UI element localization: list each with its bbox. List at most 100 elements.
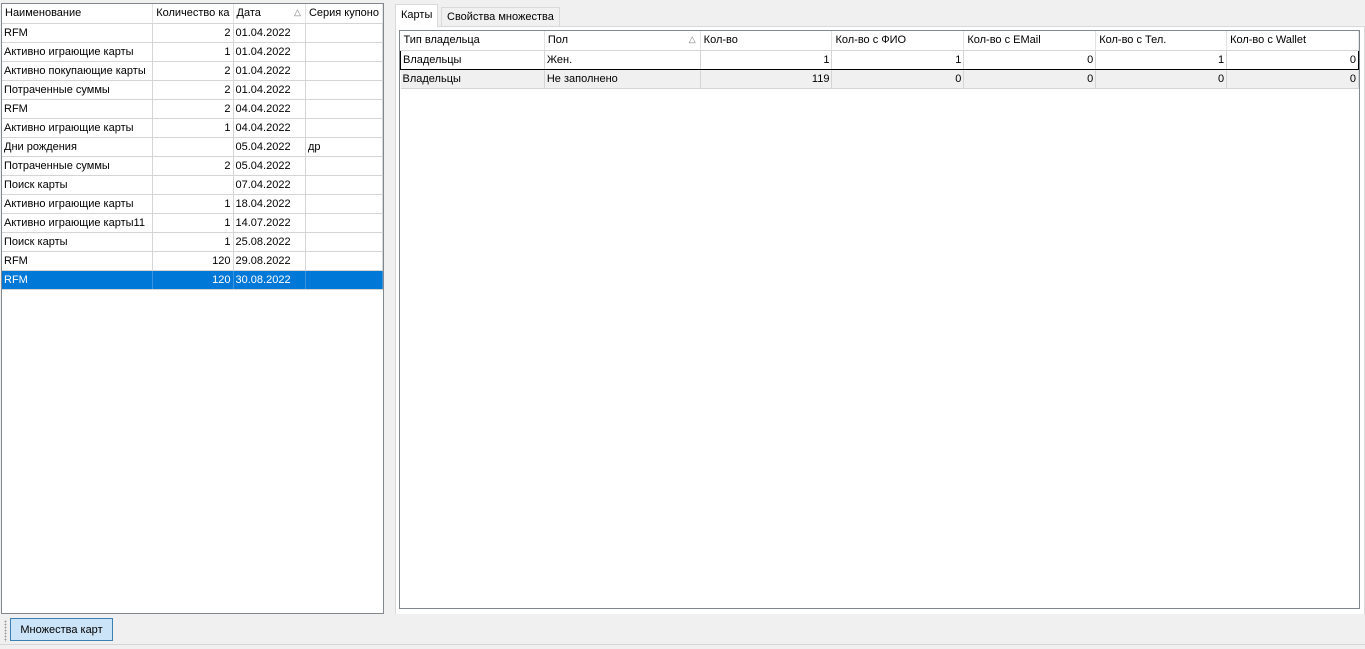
cell-count-with-email[interactable]: 0 (963, 69, 1097, 89)
cell-count[interactable]: 1 (700, 49, 833, 70)
cell-date[interactable]: 01.04.2022 (233, 42, 306, 62)
cell-owner-type[interactable]: Владельцы (400, 49, 545, 70)
cell-coupon-series[interactable] (305, 232, 383, 252)
table-row[interactable]: Активно играющие карты 1 18.04.2022 (2, 194, 383, 214)
table-row[interactable]: Поиск карты 07.04.2022 (2, 175, 383, 195)
column-header-owner-type[interactable]: Тип владельца (400, 31, 545, 51)
table-row[interactable]: RFM 2 01.04.2022 (2, 23, 383, 43)
cell-coupon-series[interactable] (305, 61, 383, 81)
cell-owner-type[interactable]: Владельцы (400, 69, 545, 89)
cell-name[interactable]: Дни рождения (2, 137, 154, 157)
cell-name[interactable]: Поиск карты (2, 175, 154, 195)
table-row[interactable]: Активно играющие карты 1 01.04.2022 (2, 42, 383, 62)
cell-date[interactable]: 05.04.2022 (233, 137, 306, 157)
cell-coupon-series[interactable] (305, 270, 383, 290)
cell-count-with-phone[interactable]: 1 (1095, 49, 1228, 70)
table-row[interactable]: Активно играющие карты 1 04.04.2022 (2, 118, 383, 138)
cell-coupon-series[interactable] (305, 80, 383, 100)
cell-date[interactable]: 30.08.2022 (233, 270, 306, 290)
tab-cards[interactable]: Карты (395, 4, 439, 27)
column-header-date[interactable]: Дата △ (233, 4, 306, 24)
cell-name[interactable]: Активно играющие карты (2, 42, 154, 62)
cell-count-with-wallet[interactable]: 0 (1226, 49, 1359, 70)
column-header-count[interactable]: Кол-во (700, 31, 833, 51)
cell-count-with-fio[interactable]: 1 (831, 49, 965, 70)
cell-name[interactable]: Потраченные суммы (2, 156, 154, 176)
cell-count[interactable] (152, 175, 234, 195)
cell-date[interactable]: 07.04.2022 (233, 175, 306, 195)
card-sets-button[interactable]: Множества карт (10, 618, 113, 641)
cell-count-with-fio[interactable]: 0 (831, 69, 965, 89)
table-row[interactable]: RFM 2 04.04.2022 (2, 99, 383, 119)
cell-name[interactable]: Активно играющие карты11 (2, 213, 154, 233)
table-row[interactable]: RFM 120 30.08.2022 (2, 270, 383, 290)
cell-count[interactable]: 119 (700, 69, 833, 89)
cell-name[interactable]: Активно играющие карты (2, 194, 154, 214)
card-sets-grid[interactable]: Наименование Количество ка Дата △ Серия к… (1, 3, 384, 614)
cell-coupon-series[interactable] (305, 175, 383, 195)
table-row[interactable]: RFM 120 29.08.2022 (2, 251, 383, 271)
cell-count[interactable]: 2 (152, 61, 234, 81)
column-header-count-with-wallet[interactable]: Кол-во с Wallet (1226, 31, 1359, 51)
table-row[interactable]: Дни рождения 05.04.2022 др (2, 137, 383, 157)
table-row[interactable]: Активно покупающие карты 2 01.04.2022 (2, 61, 383, 81)
cell-coupon-series[interactable] (305, 23, 383, 43)
cell-count[interactable]: 1 (152, 118, 234, 138)
cards-grid[interactable]: Тип владельца Пол △ Кол-во Кол-во с ФИО К… (399, 30, 1360, 609)
cell-coupon-series[interactable] (305, 156, 383, 176)
table-row[interactable]: Активно играющие карты11 1 14.07.2022 (2, 213, 383, 233)
cell-count-with-phone[interactable]: 0 (1095, 69, 1228, 89)
cell-name[interactable]: Потраченные суммы (2, 80, 154, 100)
table-row[interactable]: Потраченные суммы 2 01.04.2022 (2, 80, 383, 100)
column-header-count[interactable]: Количество ка (152, 4, 234, 24)
column-header-count-with-phone[interactable]: Кол-во с Тел. (1095, 31, 1228, 51)
cell-date[interactable]: 18.04.2022 (233, 194, 306, 214)
cell-name[interactable]: RFM (2, 23, 154, 43)
cell-count[interactable] (152, 137, 234, 157)
cell-count[interactable]: 1 (152, 213, 234, 233)
cell-coupon-series[interactable] (305, 194, 383, 214)
cell-date[interactable]: 05.04.2022 (233, 156, 306, 176)
cell-date[interactable]: 29.08.2022 (233, 251, 306, 271)
cell-count[interactable]: 1 (152, 42, 234, 62)
table-row[interactable]: Владельцы Жен. 1 1 0 1 0 (400, 49, 1359, 70)
column-header-count-with-fio[interactable]: Кол-во с ФИО (831, 31, 965, 51)
panel-splitter[interactable] (388, 3, 391, 614)
column-header-gender[interactable]: Пол △ (544, 31, 701, 51)
cell-coupon-series[interactable] (305, 99, 383, 119)
column-header-count-with-email[interactable]: Кол-во с EMail (963, 31, 1097, 51)
cell-count[interactable]: 2 (152, 23, 234, 43)
cell-name[interactable]: Активно играющие карты (2, 118, 154, 138)
cell-count[interactable]: 1 (152, 232, 234, 252)
table-row[interactable]: Потраченные суммы 2 05.04.2022 (2, 156, 383, 176)
cell-date[interactable]: 14.07.2022 (233, 213, 306, 233)
cell-date[interactable]: 25.08.2022 (233, 232, 306, 252)
tab-set-properties[interactable]: Свойства множества (441, 7, 560, 26)
table-row[interactable]: Владельцы Не заполнено 119 0 0 0 0 (400, 69, 1359, 89)
toolbar-grip-icon[interactable] (4, 620, 7, 642)
cell-date[interactable]: 01.04.2022 (233, 23, 306, 43)
cell-gender[interactable]: Жен. (544, 49, 701, 70)
cell-coupon-series[interactable] (305, 118, 383, 138)
cell-date[interactable]: 04.04.2022 (233, 118, 306, 138)
cell-count[interactable]: 2 (152, 99, 234, 119)
column-header-coupon-series[interactable]: Серия купоно (305, 4, 383, 24)
cell-coupon-series[interactable] (305, 42, 383, 62)
cell-name[interactable]: RFM (2, 270, 154, 290)
cell-date[interactable]: 04.04.2022 (233, 99, 306, 119)
cell-count-with-email[interactable]: 0 (963, 49, 1097, 70)
cell-name[interactable]: RFM (2, 251, 154, 271)
cell-coupon-series[interactable] (305, 251, 383, 271)
cell-coupon-series[interactable]: др (305, 137, 383, 157)
cell-name[interactable]: RFM (2, 99, 154, 119)
cell-coupon-series[interactable] (305, 213, 383, 233)
cell-date[interactable]: 01.04.2022 (233, 80, 306, 100)
cell-count[interactable]: 1 (152, 194, 234, 214)
cell-count[interactable]: 2 (152, 156, 234, 176)
cell-name[interactable]: Активно покупающие карты (2, 61, 154, 81)
cell-count[interactable]: 2 (152, 80, 234, 100)
cell-count[interactable]: 120 (152, 251, 234, 271)
cell-gender[interactable]: Не заполнено (544, 69, 701, 89)
cell-date[interactable]: 01.04.2022 (233, 61, 306, 81)
cell-name[interactable]: Поиск карты (2, 232, 154, 252)
